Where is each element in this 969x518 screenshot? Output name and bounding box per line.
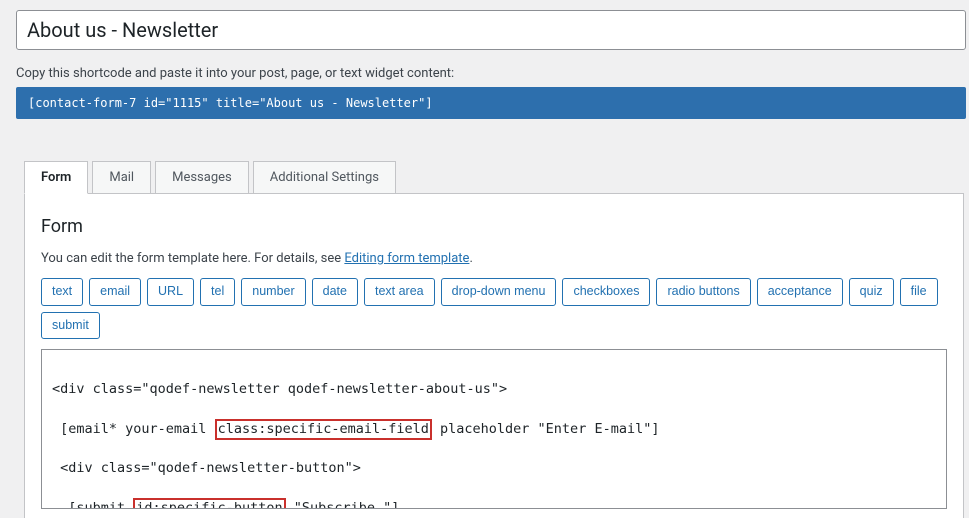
highlight-class-specific-email-field: class:specific-email-field	[215, 419, 432, 440]
tab-row: Form Mail Messages Additional Settings	[24, 161, 969, 193]
tab-messages[interactable]: Messages	[155, 161, 249, 193]
code-seg: placeholder "Enter E-mail"]	[432, 421, 660, 437]
tab-form[interactable]: Form	[24, 161, 88, 194]
code-line: [submit id:specific-button "Subscribe."]	[52, 498, 936, 509]
shortcode-instructions: Copy this shortcode and paste it into yo…	[16, 66, 969, 81]
tag-submit-button[interactable]: submit	[41, 312, 100, 340]
code-seg: [email* your-email	[52, 421, 215, 437]
code-seg: "Subscribe."]	[286, 500, 400, 509]
form-heading: Form	[41, 216, 947, 237]
tag-email-button[interactable]: email	[89, 278, 141, 306]
code-line: <div class="qodef-newsletter-button">	[52, 459, 936, 479]
tag-url-button[interactable]: URL	[147, 278, 194, 306]
tag-tel-button[interactable]: tel	[200, 278, 235, 306]
title-input[interactable]: About us - Newsletter	[16, 10, 966, 50]
tag-text-button[interactable]: text	[41, 278, 83, 306]
form-panel: Form You can edit the form template here…	[24, 193, 964, 518]
editing-form-template-link[interactable]: Editing form template	[344, 251, 469, 266]
admin-page: About us - Newsletter Copy this shortcod…	[0, 0, 969, 518]
form-desc-suffix: .	[469, 251, 472, 266]
code-line: [email* your-email class:specific-email-…	[52, 419, 936, 440]
tag-radio-button[interactable]: radio buttons	[656, 278, 750, 306]
form-desc-prefix: You can edit the form template here. For…	[41, 251, 344, 266]
code-line: <div class="qodef-newsletter qodef-newsl…	[52, 380, 936, 400]
shortcode-field[interactable]: [contact-form-7 id="1115" title="About u…	[16, 87, 966, 119]
highlight-id-specific-button: id:specific-button	[133, 498, 285, 509]
tag-textarea-button[interactable]: text area	[364, 278, 435, 306]
tag-date-button[interactable]: date	[312, 278, 358, 306]
tag-generator-row: text email URL tel number date text area…	[41, 278, 947, 339]
tab-additional-settings[interactable]: Additional Settings	[253, 161, 396, 193]
code-seg: [submit	[52, 500, 133, 509]
tag-number-button[interactable]: number	[241, 278, 305, 306]
tag-acceptance-button[interactable]: acceptance	[757, 278, 843, 306]
tag-dropdown-button[interactable]: drop-down menu	[441, 278, 557, 306]
shortcode-text: [contact-form-7 id="1115" title="About u…	[28, 96, 433, 110]
form-description: You can edit the form template here. For…	[41, 251, 947, 266]
tag-checkboxes-button[interactable]: checkboxes	[562, 278, 650, 306]
tab-mail[interactable]: Mail	[92, 161, 151, 193]
title-text: About us - Newsletter	[27, 18, 218, 42]
tabs-container: Form Mail Messages Additional Settings F…	[24, 161, 969, 518]
form-template-textarea[interactable]: <div class="qodef-newsletter qodef-newsl…	[41, 349, 947, 509]
tag-file-button[interactable]: file	[900, 278, 938, 306]
tag-quiz-button[interactable]: quiz	[849, 278, 894, 306]
